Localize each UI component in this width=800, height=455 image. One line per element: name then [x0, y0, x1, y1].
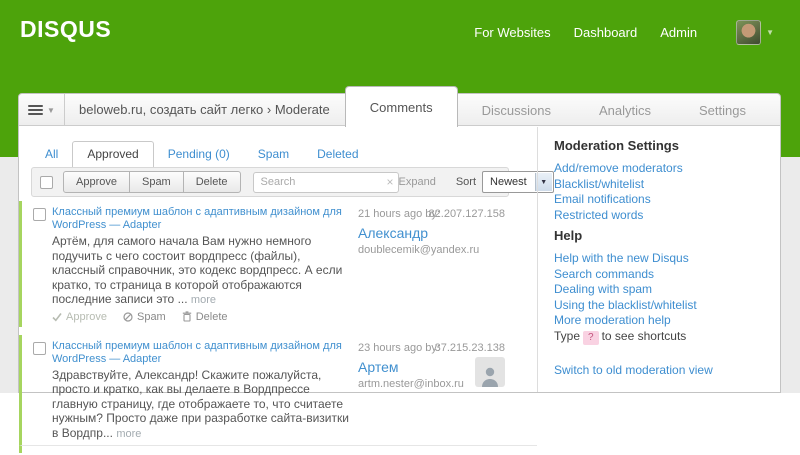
filter-approved[interactable]: Approved [72, 141, 153, 167]
comment-body: Здравствуйте, Александр! Скажите пожалуй… [52, 368, 352, 442]
sort-label: Sort [456, 176, 476, 188]
approve-button[interactable]: Approve [63, 171, 130, 193]
nav-admin[interactable]: Admin [660, 25, 697, 40]
link-more-moderation-help[interactable]: More moderation help [554, 313, 671, 327]
comment-body: Артём, для самого начала Вам нужно немно… [52, 234, 352, 308]
moderation-panel: ▼ beloweb.ru, создать сайт легко › Moder… [18, 93, 781, 393]
comment-actions: Approve Spam Delete [52, 311, 352, 323]
question-key-badge: ? [583, 331, 599, 345]
hamburger-menu-button[interactable]: ▼ [19, 94, 65, 126]
bulk-action-buttons: Approve Spam Delete [63, 171, 241, 193]
tab-settings[interactable]: Settings [675, 86, 770, 127]
expand-link[interactable]: Expand [399, 176, 436, 188]
tab-analytics[interactable]: Analytics [575, 86, 675, 127]
moderation-sidebar: Moderation Settings Add/remove moderator… [538, 127, 780, 392]
shortcut-hint: Type?to see shortcuts [554, 329, 764, 345]
nav-dashboard[interactable]: Dashboard [574, 25, 638, 40]
disqus-logo: DISQUS [20, 16, 111, 43]
link-dealing-with-spam[interactable]: Dealing with spam [554, 282, 652, 296]
search-box: × [253, 172, 399, 193]
filter-all[interactable]: All [31, 142, 72, 166]
comment-meta: 21 hours ago by: 82.207.127.158 Александ… [358, 206, 505, 323]
comment-ip-address: 37.215.23.138 [435, 342, 505, 354]
comment-author-avatar [475, 223, 505, 253]
help-heading: Help [554, 228, 764, 243]
comment-meta: 23 hours ago by: 37.215.23.138 Артем art… [358, 340, 505, 442]
select-all-checkbox[interactable] [40, 176, 53, 189]
nav-for-websites[interactable]: For Websites [474, 25, 550, 40]
comment-author-avatar [475, 357, 505, 387]
settings-links: Add/remove moderators Blacklist/whitelis… [554, 161, 764, 222]
tab-discussions[interactable]: Discussions [458, 86, 575, 127]
user-menu[interactable]: ▼ [736, 20, 774, 45]
delete-button[interactable]: Delete [183, 171, 241, 193]
switch-old-view-link[interactable]: Switch to old moderation view [554, 363, 713, 377]
comment-checkbox[interactable] [33, 342, 46, 355]
comment-checkbox[interactable] [33, 208, 46, 221]
spam-button[interactable]: Spam [130, 171, 183, 193]
chevron-down-icon: ▼ [766, 28, 774, 37]
link-using-blacklist-whitelist[interactable]: Using the blacklist/whitelist [554, 298, 697, 312]
thread-title-link[interactable]: Классный премиум шаблон с адаптивным диз… [52, 206, 352, 232]
user-avatar [736, 20, 761, 45]
filter-pending[interactable]: Pending (0) [154, 142, 244, 166]
spam-icon [123, 312, 133, 322]
filter-deleted[interactable]: Deleted [303, 142, 372, 166]
help-links: Help with the new Disqus Search commands… [554, 251, 764, 328]
comment-ip-address: 82.207.127.158 [429, 208, 505, 220]
comment-delete-action[interactable]: Delete [182, 311, 228, 323]
filter-tabs: All Approved Pending (0) Spam Deleted [31, 141, 373, 167]
chevron-down-icon: ▼ [47, 106, 55, 115]
comment-row-partial [19, 445, 537, 453]
link-restricted-words[interactable]: Restricted words [554, 208, 643, 222]
search-input[interactable] [253, 172, 399, 193]
link-help-new-disqus[interactable]: Help with the new Disqus [554, 251, 689, 265]
comment-approve-action[interactable]: Approve [52, 311, 107, 323]
moderation-toolbar: Approve Spam Delete × Expand Sort Newest… [31, 167, 509, 197]
link-email-notifications[interactable]: Email notifications [554, 192, 651, 206]
more-link[interactable]: more [116, 428, 141, 440]
panel-tabs: Comments Discussions Analytics Settings [345, 86, 770, 127]
top-navigation: For Websites Dashboard Admin ▼ [474, 0, 774, 64]
link-blacklist-whitelist[interactable]: Blacklist/whitelist [554, 177, 644, 191]
breadcrumb: beloweb.ru, создать сайт легко › Moderat… [79, 94, 330, 126]
comment-content: Классный премиум шаблон с адаптивным диз… [52, 340, 352, 442]
hamburger-icon [28, 105, 43, 115]
comment-row: Классный премиум шаблон с адаптивным диз… [19, 201, 537, 327]
comment-content: Классный премиум шаблон с адаптивным диз… [52, 206, 352, 323]
comment-list: Классный премиум шаблон с адаптивным диз… [19, 201, 537, 453]
filter-spam[interactable]: Spam [244, 142, 303, 166]
moderation-settings-heading: Moderation Settings [554, 138, 764, 153]
link-search-commands[interactable]: Search commands [554, 267, 654, 281]
person-icon [479, 365, 501, 387]
sort-selected-value: Newest [483, 176, 534, 188]
check-icon [52, 312, 62, 322]
comment-spam-action[interactable]: Spam [123, 311, 166, 323]
thread-title-link[interactable]: Классный премиум шаблон с адаптивным диз… [52, 340, 352, 366]
comment-row: Классный премиум шаблон с адаптивным диз… [19, 335, 537, 446]
tab-comments[interactable]: Comments [345, 86, 458, 127]
link-add-remove-moderators[interactable]: Add/remove moderators [554, 161, 683, 175]
clear-search-icon[interactable]: × [387, 175, 394, 189]
more-link[interactable]: more [191, 294, 216, 306]
trash-icon [182, 311, 192, 322]
